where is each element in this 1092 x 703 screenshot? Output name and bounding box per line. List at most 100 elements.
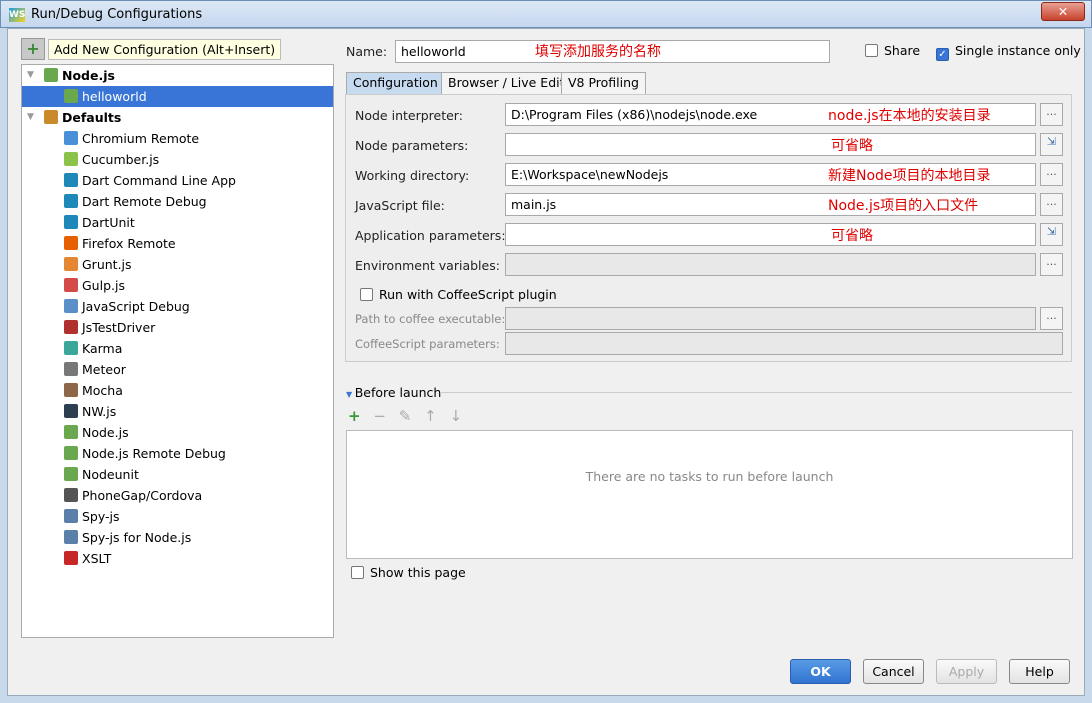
- tree-item[interactable]: Karma: [22, 338, 333, 359]
- window-title: Run/Debug Configurations: [31, 7, 203, 22]
- tree-item[interactable]: Dart Remote Debug: [22, 191, 333, 212]
- coffee-path-input[interactable]: [505, 307, 1036, 330]
- browse-button[interactable]: ...: [1040, 103, 1063, 126]
- tree-item-label: Chromium Remote: [82, 131, 200, 146]
- tree-item[interactable]: Firefox Remote: [22, 233, 333, 254]
- grunt-js-icon: [64, 257, 78, 271]
- single-instance-checkbox[interactable]: ✓ Single instance only: [936, 43, 1081, 61]
- edit-task-icon[interactable]: ✎: [399, 407, 412, 425]
- remove-task-icon[interactable]: −: [373, 407, 386, 425]
- browse-button[interactable]: ...: [1040, 193, 1063, 216]
- phonegap-cordova-icon: [64, 488, 78, 502]
- tree-item-label: PhoneGap/Cordova: [82, 488, 203, 503]
- tree-item[interactable]: JsTestDriver: [22, 317, 333, 338]
- tree-item[interactable]: Spy-js: [22, 506, 333, 527]
- tree-item[interactable]: DartUnit: [22, 212, 333, 233]
- configuration-tree[interactable]: ▼ Node.js helloworld ▼ Defaults Chromium Remo…: [21, 64, 334, 638]
- node-parameters-note: 可省略: [831, 138, 873, 154]
- checkbox-icon: [360, 288, 373, 301]
- tree-item-label: Spy-js for Node.js: [82, 530, 192, 545]
- ok-button[interactable]: OK: [790, 659, 851, 684]
- tree-item[interactable]: helloworld: [22, 86, 333, 107]
- tree-item[interactable]: Node.js Remote Debug: [22, 443, 333, 464]
- tree-item[interactable]: Nodeunit: [22, 464, 333, 485]
- tree-item-label: Gulp.js: [82, 278, 125, 293]
- tree-item[interactable]: Chromium Remote: [22, 128, 333, 149]
- tree-item[interactable]: JavaScript Debug: [22, 296, 333, 317]
- divider: [440, 392, 1072, 393]
- before-launch-toolbar: + − ✎ ↑ ↓: [348, 407, 462, 425]
- application-parameters-input[interactable]: [505, 223, 1036, 246]
- coffee-plugin-checkbox[interactable]: Run with CoffeeScript plugin: [360, 287, 557, 302]
- tree-item-label: XSLT: [82, 551, 112, 566]
- browse-button[interactable]: ...: [1040, 307, 1063, 330]
- move-down-icon[interactable]: ↓: [449, 407, 462, 425]
- environment-variables-label: Environment variables:: [355, 258, 500, 273]
- help-button[interactable]: Help: [1009, 659, 1070, 684]
- expand-editor-button[interactable]: ⇲: [1040, 223, 1063, 246]
- tree-item[interactable]: Cucumber.js: [22, 149, 333, 170]
- nodeunit-icon: [64, 467, 78, 481]
- jstestdriver-icon: [64, 320, 78, 334]
- tree-item[interactable]: PhoneGap/Cordova: [22, 485, 333, 506]
- tree-item[interactable]: Dart Command Line App: [22, 170, 333, 191]
- working-directory-note: 新建Node项目的本地目录: [828, 168, 991, 184]
- spy-js-for-node-js-icon: [64, 530, 78, 544]
- coffee-params-label: CoffeeScript parameters:: [355, 337, 500, 351]
- title-bar: WS Run/Debug Configurations ✕: [0, 0, 1092, 28]
- before-launch-list[interactable]: There are no tasks to run before launch: [346, 430, 1073, 559]
- tree-item[interactable]: ▼ Defaults: [22, 107, 333, 128]
- tree-item[interactable]: Gulp.js: [22, 275, 333, 296]
- show-page-checkbox[interactable]: Show this page: [351, 565, 466, 580]
- tree-item[interactable]: ▼ Node.js: [22, 65, 333, 86]
- node-parameters-input[interactable]: [505, 133, 1036, 156]
- tree-item-label: Karma: [82, 341, 123, 356]
- expand-arrow-icon[interactable]: ▼: [27, 65, 34, 86]
- tab-configuration[interactable]: Configuration: [346, 72, 445, 94]
- node-js-remote-debug-icon: [64, 446, 78, 460]
- tree-item[interactable]: Meteor: [22, 359, 333, 380]
- tree-item[interactable]: XSLT: [22, 548, 333, 569]
- mocha-icon: [64, 383, 78, 397]
- xslt-icon: [64, 551, 78, 565]
- tree-item-label: Dart Command Line App: [82, 173, 236, 188]
- tab-browser-live-edit[interactable]: Browser / Live Edit: [441, 72, 572, 94]
- apply-button[interactable]: Apply: [936, 659, 997, 684]
- tree-item[interactable]: Node.js: [22, 422, 333, 443]
- expand-editor-button[interactable]: ⇲: [1040, 133, 1063, 156]
- coffee-path-label: Path to coffee executable:: [355, 312, 506, 326]
- close-button[interactable]: ✕: [1041, 2, 1085, 21]
- cancel-button[interactable]: Cancel: [863, 659, 924, 684]
- tree-item-label: Meteor: [82, 362, 126, 377]
- karma-icon: [64, 341, 78, 355]
- empty-list-text: There are no tasks to run before launch: [585, 469, 834, 484]
- javascript-debug-icon: [64, 299, 78, 313]
- expand-arrow-icon[interactable]: ▼: [27, 107, 34, 128]
- share-checkbox[interactable]: Share: [865, 43, 920, 58]
- tree-item[interactable]: Mocha: [22, 380, 333, 401]
- spy-js-icon: [64, 509, 78, 523]
- add-task-icon[interactable]: +: [348, 407, 361, 425]
- tab-v8-profiling[interactable]: V8 Profiling: [561, 72, 646, 94]
- tree-item-label: Firefox Remote: [82, 236, 176, 251]
- webstorm-logo-icon: WS: [9, 8, 26, 22]
- tree-item-label: NW.js: [82, 404, 117, 419]
- name-label: Name:: [346, 44, 388, 59]
- coffee-params-input[interactable]: [505, 332, 1063, 355]
- expand-icon: ⇲: [1046, 225, 1057, 238]
- application-parameters-note: 可省略: [831, 228, 873, 244]
- tree-item[interactable]: Spy-js for Node.js: [22, 527, 333, 548]
- dialog-body: + Add New Configuration (Alt+Insert) ▼ No…: [7, 28, 1085, 696]
- browse-button[interactable]: ...: [1040, 163, 1063, 186]
- before-launch-header[interactable]: ▼ Before launch: [346, 385, 441, 400]
- environment-variables-input[interactable]: [505, 253, 1036, 276]
- tree-item-label: JavaScript Debug: [82, 299, 190, 314]
- share-label: Share: [884, 43, 921, 58]
- cucumber-js-icon: [64, 152, 78, 166]
- tree-item[interactable]: Grunt.js: [22, 254, 333, 275]
- move-up-icon[interactable]: ↑: [424, 407, 437, 425]
- browse-button[interactable]: ...: [1040, 253, 1063, 276]
- working-directory-label: Working directory:: [355, 168, 470, 183]
- tree-item[interactable]: NW.js: [22, 401, 333, 422]
- add-configuration-button[interactable]: +: [21, 38, 45, 60]
